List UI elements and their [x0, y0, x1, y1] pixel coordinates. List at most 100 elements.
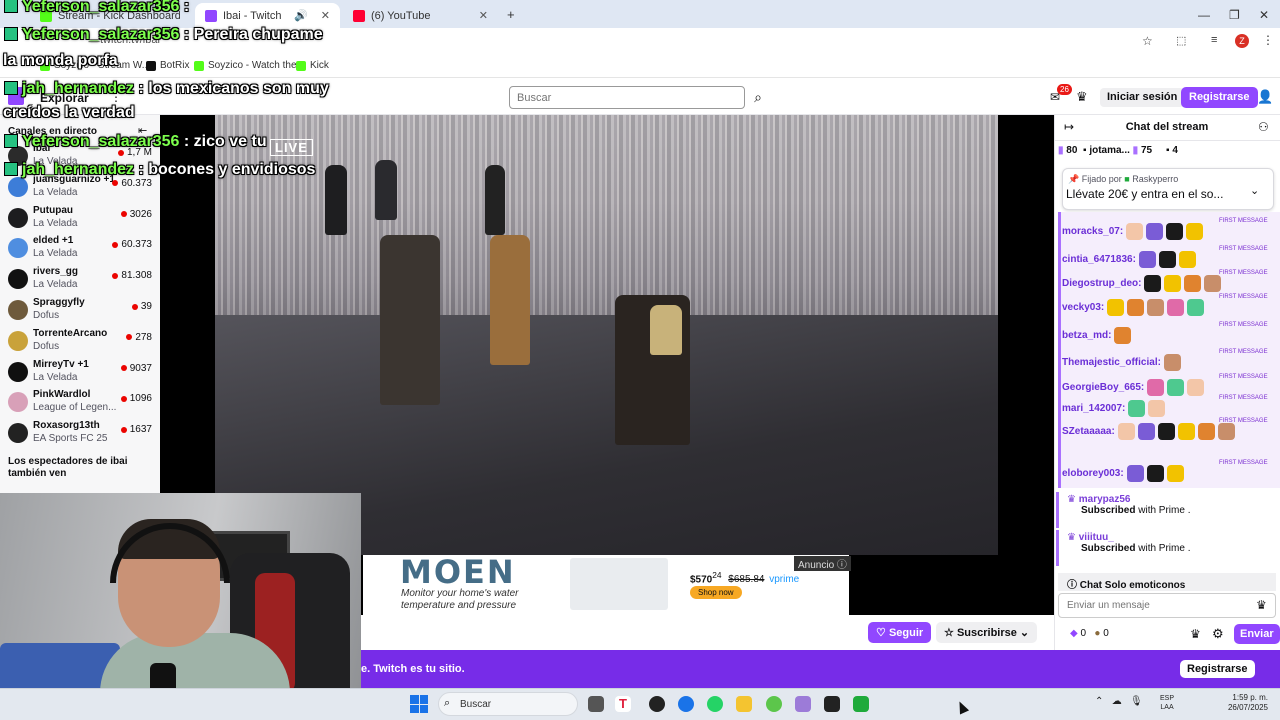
file-explorer-icon[interactable] — [736, 696, 752, 712]
ad-shop-button[interactable]: Shop now — [690, 586, 742, 599]
chat-message[interactable]: moracks_07: — [1062, 221, 1277, 241]
bits-leaderboard[interactable]: ▮ 80 ▪ jotama... ▮ 75 ▪ 4 — [1058, 145, 1280, 156]
chat-username[interactable]: eloborey003: — [1062, 468, 1124, 479]
login-button[interactable]: Iniciar sesión — [1100, 88, 1185, 107]
bookmarks-bar — [0, 56, 1280, 78]
reading-list-icon[interactable]: ≡ — [1211, 34, 1217, 46]
bookmark-item[interactable]: BotRix — [146, 60, 189, 71]
video-frame[interactable] — [215, 115, 998, 555]
search-input[interactable] — [509, 86, 745, 109]
channel-name: Putupau — [33, 204, 73, 216]
chat-username[interactable]: SZetaaaaa: — [1062, 426, 1115, 437]
kick-badge-icon — [4, 27, 18, 41]
live-dot-icon — [131, 303, 138, 310]
chat-input[interactable] — [1058, 593, 1276, 618]
chat-message[interactable]: GeorgieBoy_665: — [1062, 377, 1277, 397]
overlay-text: creídos la verdad — [3, 104, 135, 121]
channel-points[interactable]: ◆ 0 ● 0 — [1070, 628, 1109, 639]
emote-picker-icon[interactable]: ♛ — [1256, 598, 1267, 612]
chat-username[interactable]: cintia_6471836: — [1062, 254, 1136, 265]
chat-message[interactable]: SZetaaaaa: — [1062, 421, 1277, 441]
info-icon[interactable]: ⓘ — [837, 560, 847, 571]
app-icon[interactable] — [766, 696, 782, 712]
heart-icon: ♡ — [876, 627, 886, 639]
task-view-icon[interactable] — [588, 696, 604, 712]
chat-username[interactable]: vecky03: — [1062, 302, 1104, 313]
tab-youtube[interactable]: (6) YouTube ✕ — [343, 3, 498, 28]
sub-username[interactable]: viiituu_ — [1079, 532, 1114, 543]
tab-twitch[interactable]: Ibai - Twitch 🔊 ✕ — [195, 3, 340, 28]
close-window-icon[interactable]: ✕ — [1259, 8, 1269, 22]
language-indicator[interactable]: ESP LAA — [1160, 694, 1174, 712]
clock[interactable]: 1:59 p. m. 26/07/2025 — [1196, 693, 1268, 713]
subscribe-button[interactable]: ☆ Suscribirse ⌄ — [936, 622, 1038, 643]
close-icon[interactable]: ✕ — [479, 9, 488, 22]
chat-username[interactable]: moracks_07: — [1062, 226, 1123, 237]
taskbar-search[interactable]: Buscar — [438, 692, 578, 716]
chat-username[interactable]: Diegostrup_deo: — [1062, 278, 1141, 289]
overlay-text: : los mexicanos son muy — [138, 80, 329, 97]
maximize-icon[interactable]: ❐ — [1229, 8, 1240, 22]
settings-gear-icon[interactable]: ⚙ — [1212, 626, 1224, 642]
chrome-icon[interactable] — [678, 696, 694, 712]
chat-message[interactable]: betza_md: — [1062, 325, 1277, 345]
sidebar-channel[interactable]: Putupau La Velada 3026 — [6, 204, 156, 234]
chat-username[interactable]: Themajestic_official: — [1062, 357, 1161, 368]
chat-message[interactable]: mari_142007: — [1062, 398, 1277, 418]
chat-message[interactable]: Themajestic_official: — [1062, 352, 1277, 372]
viewer-count: 3026 — [120, 209, 152, 220]
prime-icon[interactable]: ♛ — [1190, 627, 1201, 641]
new-tab-icon[interactable]: + — [507, 7, 515, 22]
mute-icon[interactable]: 🔊 — [294, 9, 308, 22]
sidebar-channel[interactable]: Spraggyfly Dofus 39 — [6, 296, 156, 326]
menu-icon[interactable]: ⋮ — [1262, 33, 1274, 47]
banner-register-button[interactable]: Registrarse — [1180, 660, 1255, 678]
live-dot-icon — [120, 211, 127, 218]
sidebar-channel[interactable]: rivers_gg La Velada 81.308 — [6, 265, 156, 295]
app-icon[interactable] — [824, 696, 840, 712]
sidebar-channel[interactable]: MirreyTv +1 La Velada 9037 — [6, 358, 156, 388]
emote-icon — [1127, 298, 1145, 316]
sidebar-channel[interactable]: TorrenteArcano Dofus 278 — [6, 327, 156, 357]
sidebar-channel[interactable]: Roxasorg13th EA Sports FC 25 1637 — [6, 419, 156, 449]
emote-icon — [1187, 378, 1205, 396]
chat-username[interactable]: GeorgieBoy_665: — [1062, 382, 1144, 393]
sidebar-channel[interactable]: elded +1 La Velada 60.373 — [6, 234, 156, 264]
send-button[interactable]: Enviar — [1234, 624, 1280, 644]
bookmark-item[interactable]: Soyzico - Watch the... — [194, 60, 305, 71]
chat-message[interactable]: eloborey003: — [1062, 463, 1277, 483]
sub-username[interactable]: marypaz56 — [1079, 494, 1131, 505]
prime-crown-icon[interactable]: ♛ — [1076, 89, 1088, 105]
bookmark-item[interactable]: Kick — [296, 60, 329, 71]
user-icon[interactable]: 👤 — [1257, 89, 1273, 105]
kick-icon[interactable] — [853, 696, 869, 712]
viewer-count-value: 1637 — [129, 424, 152, 436]
profile-avatar[interactable]: Z — [1235, 34, 1249, 48]
first-message-label: FIRST MESSAGE — [1219, 294, 1268, 300]
register-button[interactable]: Registrarse — [1181, 87, 1258, 108]
bookmark-star-icon[interactable]: ☆ — [1142, 34, 1153, 48]
system-tray[interactable]: ⌃ ☁ 🎙 — [1095, 696, 1143, 707]
app-icon[interactable] — [795, 696, 811, 712]
search-icon[interactable]: ⌕ — [746, 86, 770, 109]
prime-crown-icon: ♛ — [1067, 494, 1076, 505]
overlay-text: : — [183, 0, 190, 15]
community-icon[interactable]: ⚇ — [1258, 120, 1269, 134]
emote-icon — [1166, 464, 1184, 482]
app-icon[interactable] — [649, 696, 665, 712]
chat-message[interactable]: cintia_6471836: — [1062, 249, 1277, 269]
close-icon[interactable]: ✕ — [321, 9, 330, 22]
chat-username[interactable]: betza_md: — [1062, 330, 1111, 341]
chevron-down-icon[interactable]: ⌄ — [1250, 184, 1259, 197]
windows-start-icon[interactable] — [410, 695, 428, 713]
typora-icon[interactable]: T — [615, 696, 631, 712]
emote-icon — [1166, 222, 1184, 240]
extensions-icon[interactable]: ⬚ — [1176, 34, 1186, 47]
chat-message[interactable]: Diegostrup_deo: — [1062, 273, 1277, 293]
sidebar-channel[interactable]: PinkWardlol League of Legen... 1096 — [6, 388, 156, 418]
follow-button[interactable]: ♡ Seguir — [868, 622, 932, 643]
chat-message[interactable]: vecky03: — [1062, 297, 1277, 317]
chat-username[interactable]: mari_142007: — [1062, 403, 1125, 414]
whatsapp-icon[interactable] — [707, 696, 723, 712]
minimize-icon[interactable]: — — [1198, 8, 1210, 22]
